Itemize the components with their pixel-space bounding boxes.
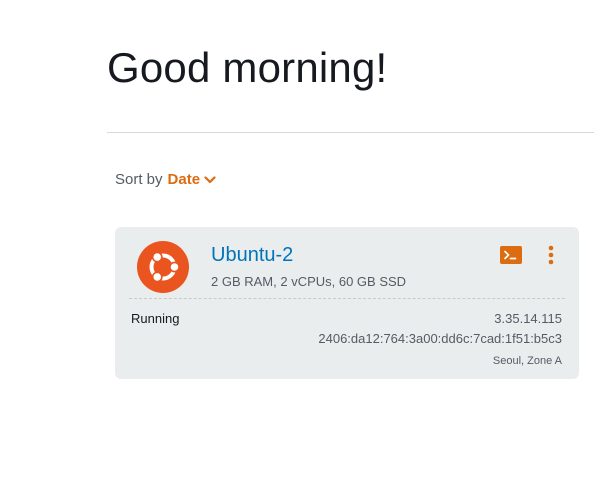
terminal-icon[interactable] [500,246,522,264]
sort-label: Sort by [115,171,163,188]
sort-control: Sort by Date [115,171,216,188]
instance-name-link[interactable]: Ubuntu-2 [211,244,293,267]
sort-dropdown[interactable]: Date [168,171,217,188]
sort-value: Date [167,171,201,188]
more-vertical-icon[interactable] [543,245,559,265]
header-divider [107,132,594,133]
instance-card: Ubuntu-2 2 GB RAM, 2 vCPUs, 60 GB SSD Ru… [115,227,579,379]
card-divider [129,298,565,299]
chevron-down-icon [204,175,216,185]
instance-specs: 2 GB RAM, 2 vCPUs, 60 GB SSD [211,274,407,289]
instance-ipv6: 2406:da12:764:3a00:dd6c:7cad:1f51:b5c3 [318,331,562,346]
instance-ipv4: 3.35.14.115 [494,311,562,326]
instance-status: Running [131,311,180,326]
ubuntu-logo-icon [137,241,189,293]
instance-region: Seoul, Zone A [492,355,562,367]
page-greeting: Good morning! [107,44,388,91]
home-page: Good morning! Sort by Date Ubuntu-2 2 GB… [0,0,594,503]
